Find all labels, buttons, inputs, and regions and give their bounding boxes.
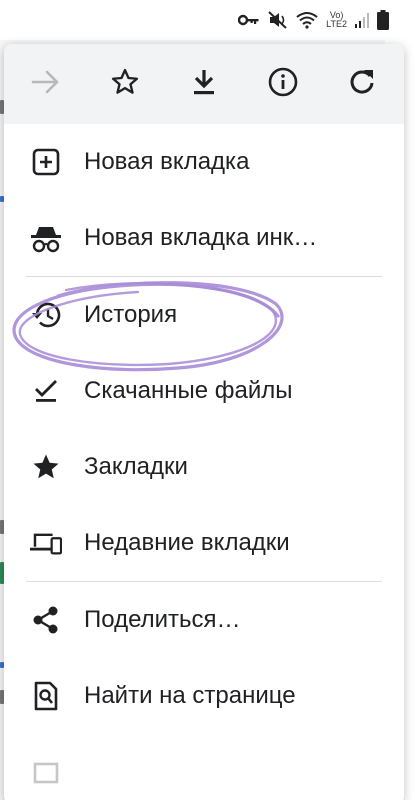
new-tab-icon [30, 146, 62, 178]
incognito-icon [30, 222, 62, 254]
arrow-forward-icon [31, 69, 61, 100]
menu-item-partial[interactable] [4, 734, 404, 800]
menu-item-history[interactable]: История [4, 277, 404, 353]
menu-item-label: Закладки [84, 453, 188, 480]
lte-label: LTE2 [326, 19, 347, 29]
wifi-icon [296, 11, 318, 29]
refresh-button[interactable] [342, 64, 382, 104]
menu-item-label: Новая вкладка инк… [84, 224, 318, 251]
overflow-menu: Новая вкладка Новая вкладка инк… История… [4, 44, 404, 800]
key-icon [238, 13, 260, 27]
screen: Vo) LTE2 Новая вкладка Новая вкладка инк… [0, 0, 415, 800]
refresh-icon [347, 67, 377, 102]
page-info-button[interactable] [263, 64, 303, 104]
menu-item-label: Новая вкладка [84, 148, 250, 175]
star-outline-icon [110, 67, 140, 102]
downloads-check-icon [30, 375, 62, 407]
menu-item-new-incognito-tab[interactable]: Новая вкладка инк… [4, 200, 404, 276]
devices-icon [30, 527, 62, 559]
menu-item-recent-tabs[interactable]: Недавние вкладки [4, 505, 404, 581]
menu-item-downloads[interactable]: Скачанные файлы [4, 353, 404, 429]
menu-item-label: История [84, 301, 178, 328]
menu-item-label: Поделиться… [84, 606, 241, 633]
share-icon [30, 604, 62, 636]
menu-item-find-in-page[interactable]: Найти на странице [4, 658, 404, 734]
partial-item-icon [30, 756, 62, 788]
mute-vibrate-icon [268, 11, 288, 29]
menu-item-new-tab[interactable]: Новая вкладка [4, 124, 404, 200]
bookmark-button[interactable] [105, 64, 145, 104]
status-icons: Vo) LTE2 [238, 8, 389, 32]
menu-item-label: Скачанные файлы [84, 377, 293, 404]
star-filled-icon [30, 451, 62, 483]
status-bar: Vo) LTE2 [0, 0, 415, 40]
lte-indicator: Vo) LTE2 [326, 11, 347, 29]
download-icon [191, 68, 217, 101]
download-button[interactable] [184, 64, 224, 104]
battery-icon [377, 10, 389, 30]
menu-item-label: Найти на странице [84, 682, 296, 709]
menu-item-share[interactable]: Поделиться… [4, 582, 404, 658]
menu-toolbar [4, 44, 404, 124]
menu-item-label: Недавние вкладки [84, 529, 290, 556]
menu-item-bookmarks[interactable]: Закладки [4, 429, 404, 505]
history-icon [30, 299, 62, 331]
signal-icon [355, 12, 369, 28]
forward-button[interactable] [26, 64, 66, 104]
info-icon [267, 66, 299, 103]
find-in-page-icon [30, 680, 62, 712]
